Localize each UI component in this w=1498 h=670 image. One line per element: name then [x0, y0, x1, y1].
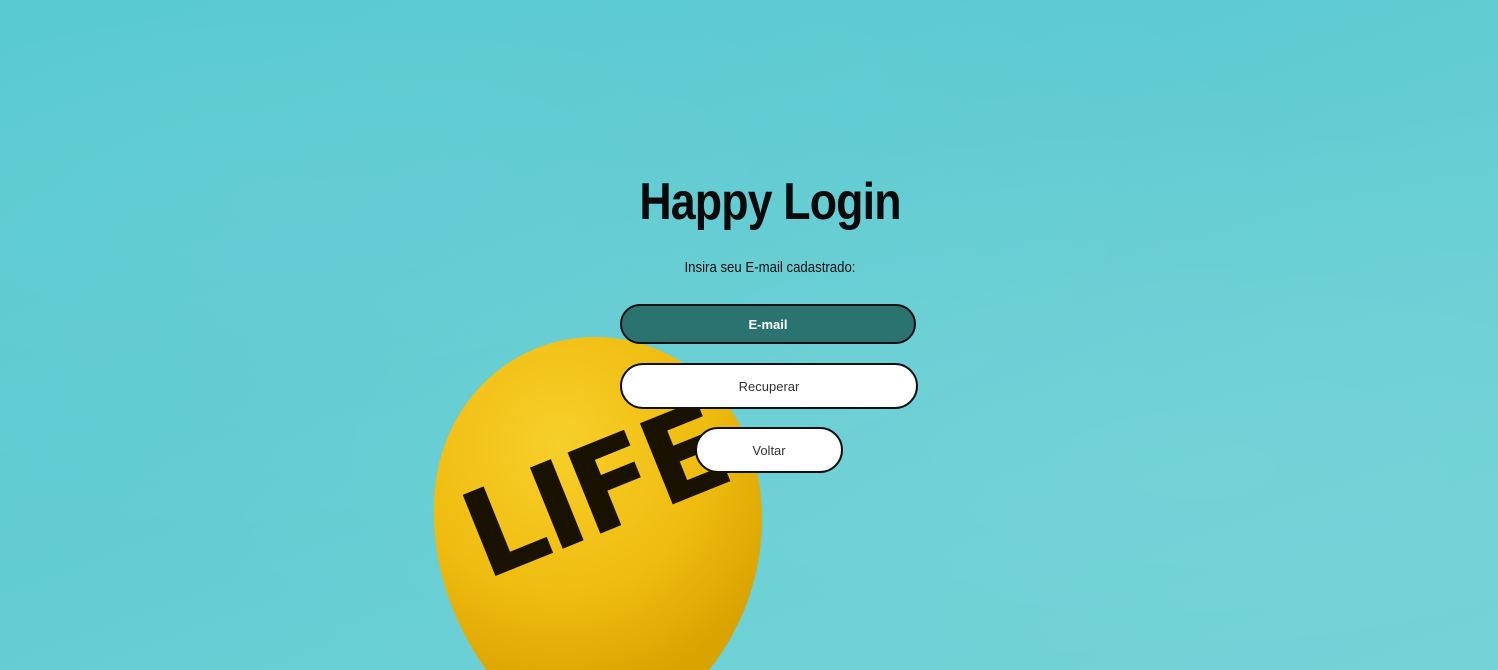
- email-field[interactable]: [620, 304, 916, 344]
- email-instruction: Insira seu E-mail cadastrado:: [684, 259, 856, 276]
- recover-button[interactable]: Recuperar: [620, 363, 918, 409]
- back-button[interactable]: Voltar: [695, 427, 843, 473]
- page-title: Happy Login: [639, 173, 901, 231]
- login-panel: Happy Login Insira seu E-mail cadastrado…: [0, 0, 1498, 670]
